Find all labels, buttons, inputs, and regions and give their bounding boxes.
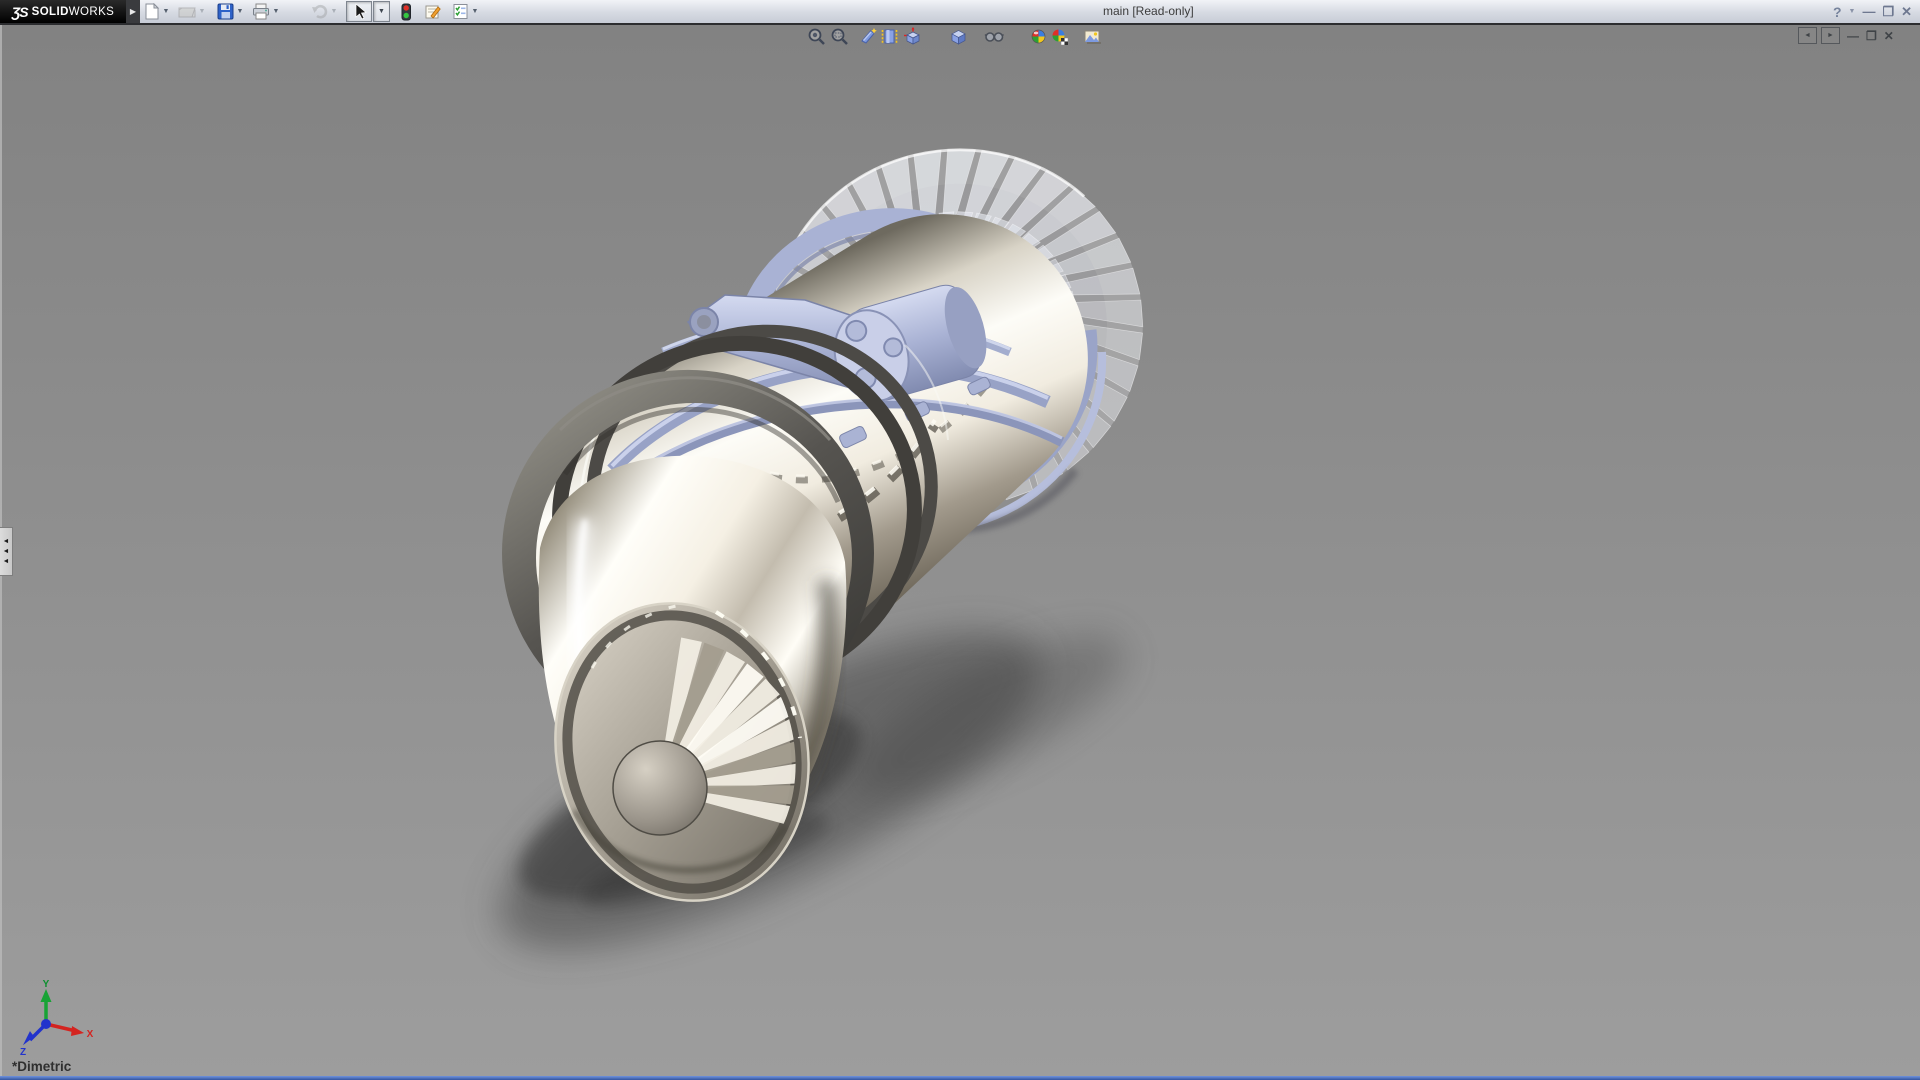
save-dropdown[interactable]: ▼ [234, 3, 246, 21]
stoplight-icon [398, 3, 414, 21]
collapse-arrow-icon: ◄ [3, 538, 10, 545]
print-dropdown[interactable]: ▼ [270, 3, 282, 21]
close-button[interactable]: ✕ [1901, 0, 1912, 23]
zoom-to-fit-icon [807, 27, 826, 46]
triad-z-label: Z [20, 1047, 26, 1056]
mdi-window-controls: ◄ ► — ❐ ✕ [1798, 27, 1894, 44]
section-view-button[interactable] [858, 26, 878, 46]
view-orientation-label: *Dimetric [12, 1059, 71, 1074]
hide-show-items-button[interactable] [984, 26, 1004, 46]
apply-scene-icon [1050, 27, 1069, 46]
minimize-button[interactable]: — [1862, 0, 1875, 23]
print-button[interactable] [252, 3, 270, 21]
select-cursor-icon [351, 3, 367, 20]
section-box-icon [880, 27, 899, 46]
glasses-icon [984, 27, 1004, 46]
title-bar: ƷS SOLIDWORKS ▶ ▼ ▼ [0, 0, 1920, 25]
new-document-icon [143, 3, 160, 20]
select-tool-button[interactable] [346, 1, 372, 22]
titlebar-controls: ? ▼ — ❐ ✕ [1833, 0, 1912, 23]
view-settings-button[interactable] [1082, 26, 1102, 46]
new-document-dropdown[interactable]: ▼ [160, 3, 172, 21]
triad-x-label: X [87, 1029, 94, 1040]
collapse-arrow-icon: ◄ [3, 548, 10, 555]
zoom-to-fit-button[interactable] [806, 26, 826, 46]
open-document-button[interactable] [178, 3, 196, 21]
design-binder-icon [424, 3, 442, 20]
print-icon [252, 3, 270, 20]
solidworks-logo-mark: ƷS [12, 4, 28, 20]
heads-up-view-toolbar [806, 26, 1102, 46]
feature-manager-collapsed-tab[interactable]: ◄ ◄ ◄ [0, 527, 13, 576]
help-button[interactable]: ? [1833, 4, 1842, 20]
solidworks-logo: ƷS SOLIDWORKS [0, 0, 126, 23]
restore-button[interactable]: ❐ [1882, 0, 1894, 23]
stoplight-button[interactable] [397, 3, 415, 21]
bottom-blue-strip [0, 1076, 1920, 1080]
display-style-button[interactable] [948, 26, 968, 46]
display-style-icon [949, 27, 968, 46]
edit-appearance-icon [1029, 27, 1048, 46]
orientation-triad: Y X Z [16, 976, 96, 1056]
help-dropdown[interactable]: ▼ [1849, 8, 1856, 15]
apply-scene-button[interactable] [1049, 26, 1069, 46]
view-orientation-icon [903, 27, 922, 46]
undo-button[interactable] [310, 3, 328, 21]
section-view-icon [859, 27, 878, 46]
open-document-dropdown[interactable]: ▼ [196, 3, 208, 21]
new-document-button[interactable] [142, 3, 160, 21]
options-checklist-icon [452, 3, 469, 20]
view-orientation-button[interactable] [902, 26, 922, 46]
edit-appearance-button[interactable] [1028, 26, 1048, 46]
zoom-to-area-button[interactable] [829, 26, 849, 46]
jet-engine-model[interactable] [0, 0, 1920, 1080]
mdi-restore-button[interactable]: ❐ [1866, 29, 1877, 43]
triad-y-label: Y [43, 979, 50, 990]
document-title: main [Read-only] [1103, 0, 1194, 23]
options-dropdown[interactable]: ▼ [469, 3, 481, 21]
zoom-to-area-icon [830, 27, 849, 46]
options-button[interactable] [451, 3, 469, 21]
standard-toolbar: ▼ ▼ ▼ [142, 0, 481, 23]
save-button[interactable] [216, 3, 234, 21]
view-settings-icon [1083, 27, 1102, 46]
collapse-arrow-icon: ◄ [3, 558, 10, 565]
next-document-button[interactable]: ► [1821, 27, 1840, 44]
select-tool-dropdown[interactable]: ▼ [373, 1, 390, 22]
mdi-minimize-button[interactable]: — [1847, 29, 1859, 43]
previous-document-button[interactable]: ◄ [1798, 27, 1817, 44]
open-folder-icon [178, 3, 196, 20]
save-floppy-icon [217, 3, 234, 20]
undo-dropdown[interactable]: ▼ [328, 3, 340, 21]
mdi-close-button[interactable]: ✕ [1884, 29, 1894, 43]
solidworks-window: ƷS SOLIDWORKS ▶ ▼ ▼ [0, 0, 1920, 1080]
undo-icon [310, 3, 328, 20]
section-box-button[interactable] [879, 26, 899, 46]
menu-expand-button[interactable]: ▶ [126, 0, 140, 23]
design-binder-button[interactable] [424, 3, 442, 21]
